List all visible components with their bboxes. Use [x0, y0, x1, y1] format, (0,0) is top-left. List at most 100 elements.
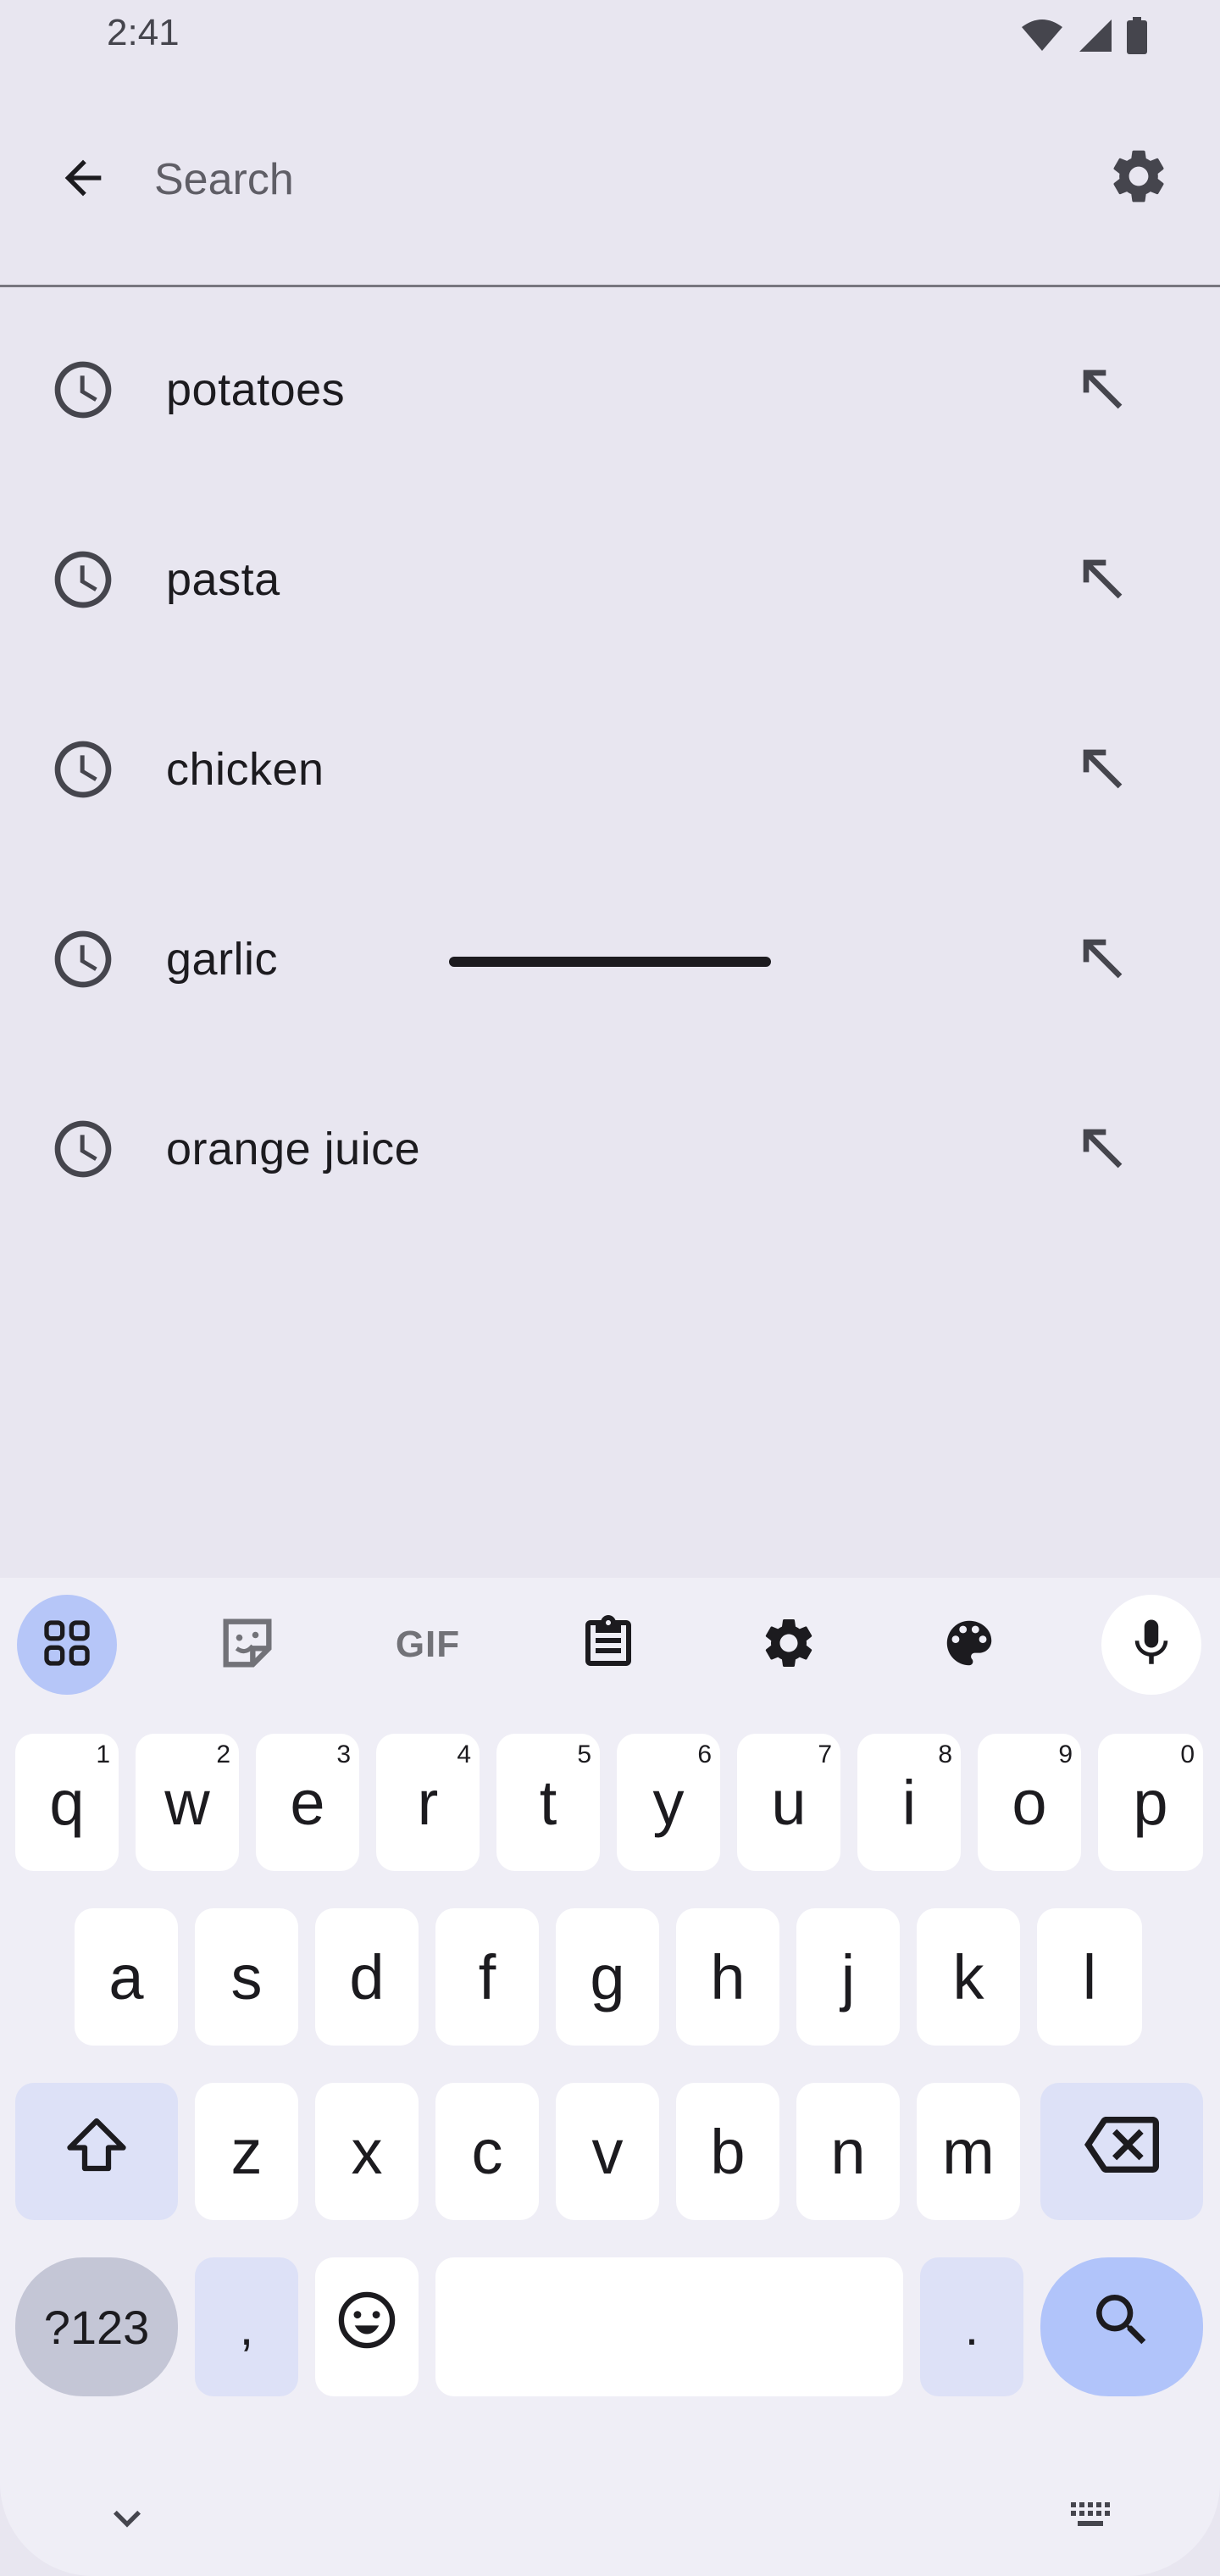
hide-keyboard-button[interactable]	[100, 2491, 154, 2550]
key-s[interactable]: s	[195, 1908, 298, 2046]
palette-icon	[940, 1613, 999, 1677]
clipboard-icon	[578, 1613, 639, 1678]
key-m[interactable]: m	[917, 2083, 1020, 2220]
symbols-key[interactable]: ?123	[15, 2257, 178, 2396]
cellular-signal-icon	[1078, 18, 1113, 58]
key-label: ,	[239, 2298, 254, 2356]
shift-key[interactable]	[15, 2083, 178, 2220]
key-u[interactable]: u7	[737, 1734, 840, 1871]
key-h[interactable]: h	[676, 1908, 779, 2046]
key-j[interactable]: j	[796, 1908, 900, 2046]
key-label: q	[49, 1767, 85, 1838]
fill-query-arrow-icon[interactable]	[1069, 925, 1137, 993]
key-a[interactable]: a	[75, 1908, 178, 2046]
fill-query-arrow-icon[interactable]	[1069, 1115, 1137, 1183]
key-t[interactable]: t5	[496, 1734, 600, 1871]
key-hint: 6	[697, 1740, 712, 1768]
suggestion-label: garlic	[166, 934, 279, 985]
space-key[interactable]	[435, 2257, 903, 2396]
key-y[interactable]: y6	[617, 1734, 720, 1871]
key-g[interactable]: g	[556, 1908, 659, 2046]
key-c[interactable]: c	[435, 2083, 539, 2220]
key-x[interactable]: x	[315, 2083, 419, 2220]
back-button[interactable]	[47, 144, 119, 215]
backspace-key[interactable]	[1040, 2083, 1203, 2220]
key-label: z	[230, 2116, 263, 2187]
apps-grid-button[interactable]	[17, 1595, 117, 1695]
suggestion-item[interactable]: potatoes	[0, 288, 1220, 478]
emoji-key[interactable]	[315, 2257, 419, 2396]
key-label: l	[1082, 1941, 1097, 2012]
key-label: j	[840, 1941, 856, 2012]
key-e[interactable]: e3	[256, 1734, 359, 1871]
clipboard-button[interactable]	[558, 1595, 658, 1695]
key-label: k	[952, 1941, 984, 2012]
suggestion-item[interactable]: pasta	[0, 478, 1220, 668]
key-label: o	[1012, 1767, 1047, 1838]
shift-icon	[61, 2109, 132, 2195]
suggestion-label: pasta	[166, 554, 280, 605]
key-label: a	[108, 1941, 144, 2012]
key-label: g	[590, 1941, 625, 2012]
key-k[interactable]: k	[917, 1908, 1020, 2046]
key-o[interactable]: o9	[978, 1734, 1081, 1871]
key-hint: 9	[1058, 1740, 1073, 1768]
suggestion-item[interactable]: orange juice	[0, 1047, 1220, 1237]
key-hint: 7	[818, 1740, 832, 1768]
key-hint: 4	[457, 1740, 471, 1768]
fill-query-arrow-icon[interactable]	[1069, 546, 1137, 613]
settings-button[interactable]	[1103, 142, 1174, 214]
period-key[interactable]: .	[920, 2257, 1023, 2396]
key-f[interactable]: f	[435, 1908, 539, 2046]
key-label: w	[164, 1767, 210, 1838]
key-d[interactable]: d	[315, 1908, 419, 2046]
key-b[interactable]: b	[676, 2083, 779, 2220]
key-l[interactable]: l	[1037, 1908, 1142, 2046]
key-label: t	[539, 1767, 557, 1838]
header-divider	[0, 285, 1220, 287]
key-label: h	[710, 1941, 746, 2012]
phone-screen: 2:41 Search potatoes pasta chicken garli…	[0, 0, 1220, 2576]
key-v[interactable]: v	[556, 2083, 659, 2220]
keyboard-toolbar: GIF	[0, 1578, 1220, 1705]
keyboard-settings-button[interactable]	[739, 1595, 839, 1695]
suggestion-label: potatoes	[166, 364, 346, 415]
key-hint: 3	[336, 1740, 351, 1768]
sticker-icon	[215, 1611, 280, 1679]
key-w[interactable]: w2	[136, 1734, 239, 1871]
search-input[interactable]	[154, 144, 1044, 215]
key-r[interactable]: r4	[376, 1734, 480, 1871]
suggestion-label: chicken	[166, 744, 324, 795]
home-indicator[interactable]	[449, 957, 771, 967]
key-label: c	[471, 2116, 503, 2187]
key-hint: 0	[1180, 1740, 1195, 1768]
status-time: 2:41	[107, 12, 180, 53]
history-clock-icon	[49, 736, 117, 803]
status-bar: 2:41	[0, 0, 1220, 73]
suggestion-item[interactable]: garlic	[0, 858, 1220, 1047]
key-p[interactable]: p0	[1098, 1734, 1203, 1871]
sticker-button[interactable]	[197, 1595, 297, 1695]
key-n[interactable]: n	[796, 2083, 900, 2220]
suggestion-label: orange juice	[166, 1124, 421, 1174]
voice-input-button[interactable]	[1101, 1595, 1201, 1695]
gif-button[interactable]: GIF	[378, 1595, 478, 1695]
key-hint: 1	[96, 1740, 110, 1768]
fill-query-arrow-icon[interactable]	[1069, 356, 1137, 424]
fill-query-arrow-icon[interactable]	[1069, 736, 1137, 803]
battery-icon	[1127, 17, 1147, 58]
key-q[interactable]: q1	[15, 1734, 119, 1871]
key-z[interactable]: z	[195, 2083, 298, 2220]
key-label: i	[901, 1767, 917, 1838]
gif-icon: GIF	[395, 1624, 461, 1665]
search-action-key[interactable]	[1040, 2257, 1203, 2396]
comma-key[interactable]: ,	[195, 2257, 298, 2396]
key-label: y	[652, 1767, 685, 1838]
key-i[interactable]: i8	[857, 1734, 961, 1871]
key-label: d	[349, 1941, 385, 2012]
theme-button[interactable]	[919, 1595, 1019, 1695]
keyboard-switch-icon[interactable]	[1068, 2495, 1118, 2541]
key-label: ?123	[43, 2300, 150, 2354]
suggestion-item[interactable]: chicken	[0, 668, 1220, 858]
suggestion-list: potatoes pasta chicken garlic orange jui…	[0, 288, 1220, 1237]
